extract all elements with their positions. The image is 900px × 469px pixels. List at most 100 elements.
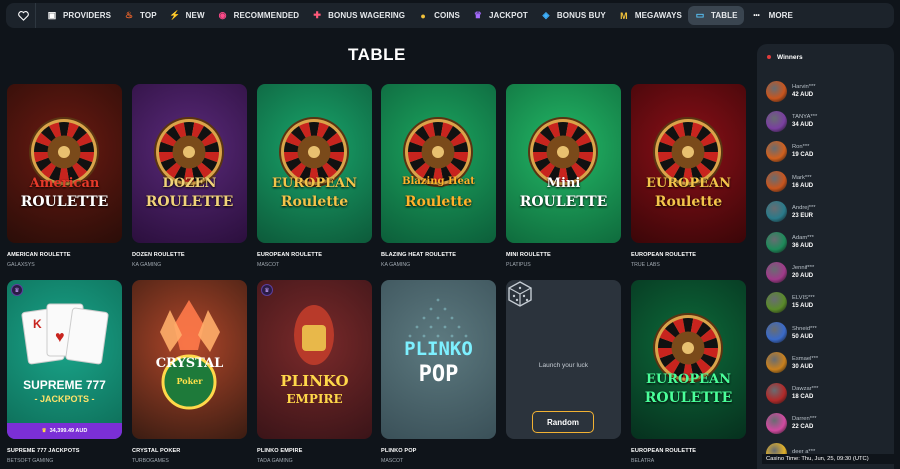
winner-item[interactable]: Darren*** 22 CAD	[766, 412, 891, 434]
game-name[interactable]: EUROPEAN ROULETTE	[257, 252, 372, 258]
game-card[interactable]: K ♥ SUPREME 777- JACKPOTS - ♛ ♛ 34,399.49 AUD…	[7, 280, 122, 464]
table-icon: ▭	[695, 10, 705, 20]
game-provider[interactable]: TADA GAMING	[257, 458, 372, 464]
nav-item-recommended[interactable]: ◉ RECOMMENDED	[211, 6, 306, 25]
winner-game-thumbnail[interactable]	[766, 231, 787, 253]
winner-game-thumbnail[interactable]	[766, 291, 787, 313]
plinko-peg	[429, 307, 433, 311]
live-indicator	[767, 55, 771, 59]
game-card[interactable]: PLINKO EMPIRE ♛ PLINKO EMPIRE TADA GAMING	[257, 280, 372, 464]
winner-item[interactable]: Adam*** 36 AUD	[766, 231, 891, 253]
winner-game-thumbnail[interactable]	[766, 110, 787, 132]
winner-item[interactable]: Shneid*** 50 AUD	[766, 322, 891, 344]
game-provider[interactable]: KA GAMING	[381, 262, 496, 268]
winner-item[interactable]: Andrej*** 23 EUR	[766, 201, 891, 223]
nav-item-providers[interactable]: ▣ PROVIDERS	[40, 6, 117, 25]
winner-game-thumbnail[interactable]	[766, 140, 787, 162]
game-thumbnail[interactable]: CRYSTAL Poker	[132, 280, 247, 439]
game-name[interactable]: PLINKO POP	[381, 448, 496, 454]
crystal-shape	[174, 300, 204, 350]
winner-name: Jennif***	[792, 265, 815, 272]
game-provider[interactable]: TURBOGAMES	[132, 458, 247, 464]
winner-game-thumbnail[interactable]	[766, 261, 787, 283]
nav-item-table[interactable]: ▭ TABLE	[688, 6, 744, 25]
winner-item[interactable]: Ron*** 19 CAD	[766, 140, 891, 162]
game-card[interactable]: Blazing Heat Roulette BLAZING HEAT ROULETT…	[381, 84, 496, 268]
winner-game-thumbnail[interactable]	[766, 80, 787, 102]
game-art-subtitle: Roulette	[654, 194, 723, 210]
nav-item-label: BONUS WAGERING	[328, 11, 406, 20]
game-artwork	[403, 117, 473, 187]
game-thumbnail[interactable]: EUROPEAN ROULETTE	[631, 280, 746, 439]
game-thumbnail[interactable]: DOZEN ROULETTE	[132, 84, 247, 243]
game-provider[interactable]: PLATIPUS	[506, 262, 621, 268]
game-card[interactable]: Mini ROULETTE MINI ROULETTE PLATIPUS	[506, 84, 621, 268]
game-name[interactable]: PLINKO EMPIRE	[257, 448, 372, 454]
game-thumbnail[interactable]: PLINKO EMPIRE ♛	[257, 280, 372, 439]
game-card[interactable]: American ROULETTE AMERICAN ROULETTE GALAXSY…	[7, 84, 122, 268]
game-provider[interactable]: BETSOFT GAMING	[7, 458, 122, 464]
winner-item[interactable]: Esmael*** 30 AUD	[766, 352, 891, 374]
winner-info: Darren*** 22 CAD	[792, 416, 817, 430]
game-card[interactable]: EUROPEAN Roulette EUROPEAN ROULETTE TRUE LA…	[631, 84, 746, 268]
game-card[interactable]: EUROPEAN Roulette EUROPEAN ROULETTE MASCOT	[257, 84, 372, 268]
winner-game-thumbnail[interactable]	[766, 322, 787, 344]
game-thumbnail[interactable]: American ROULETTE	[7, 84, 122, 243]
game-name[interactable]: EUROPEAN ROULETTE	[631, 252, 746, 258]
game-name[interactable]: BLAZING HEAT ROULETTE	[381, 252, 496, 258]
game-provider[interactable]: TRUE LABS	[631, 262, 746, 268]
game-thumbnail[interactable]: EUROPEAN Roulette	[631, 84, 746, 243]
game-art-subtitle: EMPIRE	[286, 392, 343, 406]
winner-item[interactable]: Mark*** 16 AUD	[766, 171, 891, 193]
launch-luck-text: Launch your luck	[538, 362, 589, 369]
game-provider[interactable]: BELATRA	[631, 458, 746, 464]
wheel-spindle	[58, 146, 70, 158]
crystal-shape	[198, 310, 220, 352]
winner-game-thumbnail[interactable]	[766, 201, 787, 223]
game-name[interactable]: MINI ROULETTE	[506, 252, 621, 258]
game-name[interactable]: EUROPEAN ROULETTE	[631, 448, 746, 454]
game-card[interactable]: PLINKO POP PLINKO POP MASCOT	[381, 280, 496, 464]
winner-game-thumbnail[interactable]	[766, 352, 787, 374]
nav-item-top[interactable]: ♨ TOP	[117, 6, 163, 25]
nav-item-jackpot[interactable]: ♛ JACKPOT	[466, 6, 534, 25]
game-provider[interactable]: GALAXSYS	[7, 262, 122, 268]
winner-info: Mark*** 16 AUD	[792, 175, 813, 189]
game-card[interactable]: CRYSTAL Poker CRYSTAL POKER TURBOGAMES	[132, 280, 247, 464]
jackpot-amount: ♛ 34,399.49 AUD	[7, 423, 122, 439]
game-card[interactable]: DOZEN ROULETTE DOZEN ROULETTE KA GAMING	[132, 84, 247, 268]
nav-item-bonus-wagering[interactable]: ✚ BONUS WAGERING	[305, 6, 411, 25]
game-name[interactable]: DOZEN ROULETTE	[132, 252, 247, 258]
game-thumbnail[interactable]: K ♥ SUPREME 777- JACKPOTS - ♛ ♛ 34,399.49 AUD	[7, 280, 122, 439]
game-thumbnail[interactable]: Blazing Heat Roulette	[381, 84, 496, 243]
game-thumbnail[interactable]: EUROPEAN Roulette	[257, 84, 372, 243]
winner-item[interactable]: ELVIS*** 15 AUD	[766, 291, 891, 313]
winner-game-thumbnail[interactable]	[766, 382, 787, 404]
game-name[interactable]: SUPREME 777 JACKPOTS	[7, 448, 122, 454]
game-provider[interactable]: MASCOT	[381, 458, 496, 464]
game-provider[interactable]: MASCOT	[257, 262, 372, 268]
gift-icon: ✚	[313, 10, 321, 20]
game-provider[interactable]: KA GAMING	[132, 262, 247, 268]
winner-game-thumbnail[interactable]	[766, 412, 787, 434]
game-name[interactable]: CRYSTAL POKER	[132, 448, 247, 454]
winner-game-thumbnail[interactable]	[766, 171, 787, 193]
game-name[interactable]: AMERICAN ROULETTE	[7, 252, 122, 258]
nav-item-more[interactable]: ••• MORE	[744, 6, 799, 25]
nav-item-coins[interactable]: ● COINS	[411, 6, 466, 25]
random-button[interactable]: Random	[532, 411, 594, 433]
plinko-peg	[436, 334, 440, 338]
nav-item-label: RECOMMENDED	[233, 11, 300, 20]
winner-item[interactable]: Dawzar*** 18 CAD	[766, 382, 891, 404]
game-card[interactable]: EUROPEAN ROULETTE EUROPEAN ROULETTE BELATRA	[631, 280, 746, 464]
game-thumbnail[interactable]: PLINKO POP	[381, 280, 496, 439]
favorites-button[interactable]	[12, 3, 36, 28]
winner-item[interactable]: Jennif*** 20 AUD	[766, 261, 891, 283]
nav-item-megaways[interactable]: M MEGAWAYS	[612, 6, 688, 25]
nav-item-bonus-buy[interactable]: ◈ BONUS BUY	[534, 6, 612, 25]
winner-item[interactable]: TANYA*** 34 AUD	[766, 110, 891, 132]
game-thumbnail[interactable]: Mini ROULETTE	[506, 84, 621, 243]
category-nav: ▣ PROVIDERS ♨ TOP ⚡ NEW ◉ RECOMMENDED ✚ BONUS WAG…	[6, 3, 894, 28]
winner-item[interactable]: Harvin*** 42 AUD	[766, 80, 891, 102]
nav-item-new[interactable]: ⚡ NEW	[163, 6, 211, 25]
